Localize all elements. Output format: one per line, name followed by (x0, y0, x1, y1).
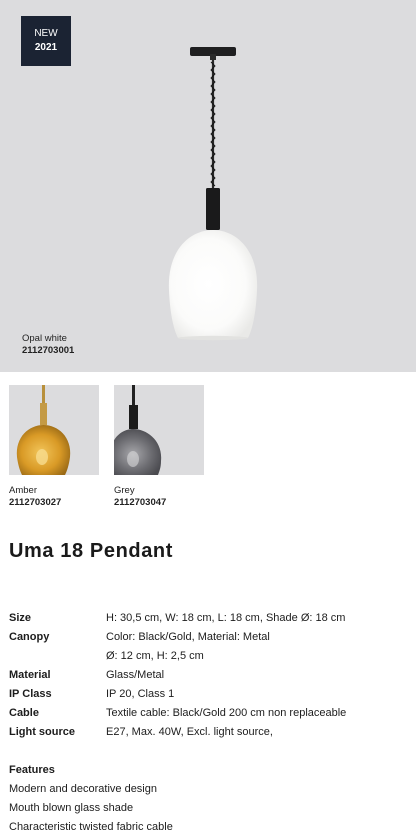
spec-row-canopy: Canopy Color: Black/Gold, Material: Meta… (9, 628, 409, 647)
spec-row-canopy-dimensions: Ø: 12 cm, H: 2,5 cm (9, 647, 409, 666)
pendant-lamp-grey-image (114, 385, 162, 475)
hero-finish: Opal white (22, 333, 67, 344)
variant-amber-caption: Amber 2112703027 (9, 485, 61, 509)
feature-item: Mouth blown glass shade (9, 802, 134, 814)
features-list: Features Modern and decorative design Mo… (9, 761, 173, 837)
spec-value: Color: Black/Gold, Material: Metal (106, 631, 270, 643)
variant-grey-caption: Grey 2112703047 (114, 485, 166, 509)
spec-row-size: Size H: 30,5 cm, W: 18 cm, L: 18 cm, Sha… (9, 609, 409, 628)
spec-value: Textile cable: Black/Gold 200 cm non rep… (106, 707, 347, 719)
spec-table: Size H: 30,5 cm, W: 18 cm, L: 18 cm, Sha… (9, 609, 409, 742)
spec-row-ip-class: IP Class IP 20, Class 1 (9, 685, 409, 704)
pendant-lamp-amber-image (16, 385, 71, 475)
badge-year: 2021 (34, 42, 58, 53)
feature-item: Characteristic twisted fabric cable (9, 821, 173, 833)
spec-label: Cable (9, 707, 39, 719)
spec-label: Size (9, 612, 32, 624)
spec-value: H: 30,5 cm, W: 18 cm, L: 18 cm, Shade Ø:… (106, 612, 346, 624)
variant-amber-code: 2112703027 (9, 497, 62, 508)
product-title: Uma 18 Pendant (9, 540, 174, 562)
hero-caption: Opal white 2112703001 (22, 333, 74, 357)
variant-grey-photo (114, 385, 204, 475)
spec-label: IP Class (9, 688, 52, 700)
spec-value: Glass/Metal (106, 669, 165, 681)
spec-label: Light source (9, 726, 76, 738)
spec-value: IP 20, Class 1 (106, 688, 175, 700)
spec-value: E27, Max. 40W, Excl. light source, (106, 726, 273, 738)
spec-row-material: Material Glass/Metal (9, 666, 409, 685)
hero-code: 2112703001 (22, 345, 75, 356)
spec-label: Canopy (9, 631, 50, 643)
feature-item: Modern and decorative design (9, 783, 157, 795)
spec-row-light-source: Light source E27, Max. 40W, Excl. light … (9, 723, 409, 742)
variant-amber-name: Amber (9, 485, 37, 496)
new-2021-badge: NEW 2021 (21, 16, 71, 66)
variant-amber-photo (9, 385, 99, 475)
variant-grey-name: Grey (114, 485, 135, 496)
spec-row-cable: Cable Textile cable: Black/Gold 200 cm n… (9, 704, 409, 723)
spec-label: Material (9, 669, 51, 681)
hero-product-photo: NEW 2021 Opal white 2112703001 (0, 0, 416, 372)
spec-label-empty (9, 647, 106, 666)
badge-new: NEW (34, 28, 58, 39)
variant-grey-code: 2112703047 (114, 497, 167, 508)
spec-value: Ø: 12 cm, H: 2,5 cm (106, 650, 204, 662)
features-title: Features (9, 764, 55, 776)
